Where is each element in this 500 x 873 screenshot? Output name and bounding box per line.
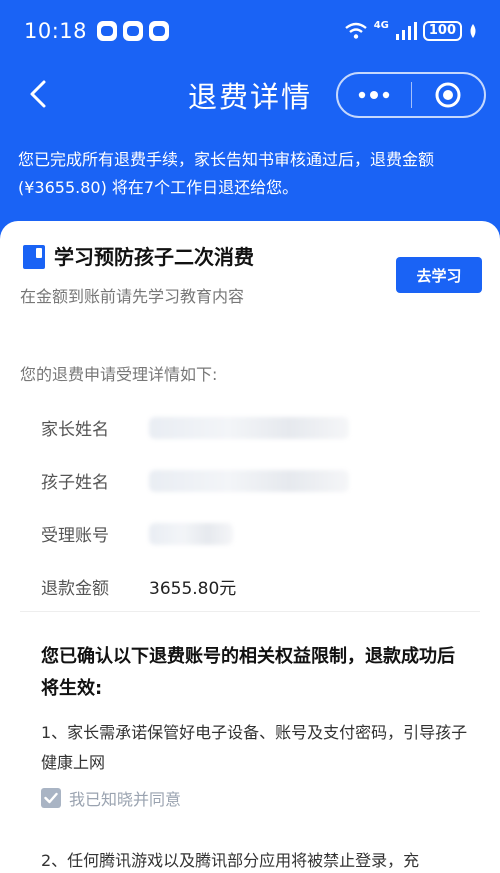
nav-header: 退费详情 <box>0 62 500 128</box>
refund-notice: 您已完成所有退费手续，家长告知书审核通过后，退费金额(¥3655.80) 将在7… <box>18 150 435 197</box>
masked-value <box>149 523 233 545</box>
learn-subtitle: 在金额到账前请先学习教育内容 <box>20 287 245 306</box>
agree-checkbox[interactable] <box>41 788 61 808</box>
battery-icon: 100 <box>422 21 462 41</box>
leaf-icon <box>470 24 476 38</box>
detail-label: 受理账号 <box>41 526 109 546</box>
section-divider <box>20 611 480 612</box>
detail-label: 家长姓名 <box>41 420 109 440</box>
network-type: 4G <box>373 19 389 31</box>
detail-row-child-name: 孩子姓名 <box>41 468 461 498</box>
security-icon <box>123 21 144 41</box>
app-store-icon <box>149 21 170 41</box>
target-close-icon <box>435 82 461 108</box>
status-bar: 10:18 4G 100 <box>0 0 500 62</box>
notification-icons <box>97 21 170 41</box>
agree-checkbox-row[interactable]: 我已知晓并同意 <box>41 786 181 810</box>
status-time: 10:18 <box>24 19 88 43</box>
masked-value <box>149 470 349 492</box>
go-learn-button[interactable]: 去学习 <box>396 257 482 293</box>
detail-label: 孩子姓名 <box>41 473 109 493</box>
checkmark-icon <box>44 792 58 804</box>
more-dots-icon <box>359 91 390 99</box>
learn-section: 学习预防孩子二次消费 在金额到账前请先学习教育内容 去学习 <box>20 241 482 311</box>
wifi-icon <box>344 22 367 39</box>
signal-icon <box>395 22 417 40</box>
detail-row-account: 受理账号 <box>41 521 461 551</box>
detail-label: 退款金额 <box>41 579 109 599</box>
book-icon <box>23 245 45 269</box>
restriction-item: 2、任何腾讯游戏以及腾讯部分应用将被禁止登录，充 <box>41 851 420 870</box>
detail-card: 学习预防孩子二次消费 在金额到账前请先学习教育内容 去学习 您的退费申请受理详情… <box>0 221 500 873</box>
mini-program-capsule <box>336 72 486 118</box>
agree-label: 我已知晓并同意 <box>69 790 182 809</box>
apply-intro: 您的退费申请受理详情如下: <box>20 365 218 384</box>
masked-value <box>149 417 349 439</box>
wechat-icon <box>97 21 118 41</box>
confirm-title: 您已确认以下退费账号的相关权益限制，退款成功后将生效: <box>41 646 455 699</box>
detail-row-parent-name: 家长姓名 <box>41 415 461 445</box>
refund-amount-value: 3655.80元 <box>149 579 237 599</box>
status-indicators: 4G 100 <box>344 19 478 41</box>
learn-title: 学习预防孩子二次消费 <box>54 245 254 269</box>
detail-row-refund-amount: 退款金额 3655.80元 <box>41 574 461 604</box>
more-button[interactable] <box>338 74 411 116</box>
close-button[interactable] <box>412 74 485 116</box>
restriction-item: 1、家长需承诺保管好电子设备、账号及支付密码，引导孩子健康上网 <box>41 723 468 772</box>
